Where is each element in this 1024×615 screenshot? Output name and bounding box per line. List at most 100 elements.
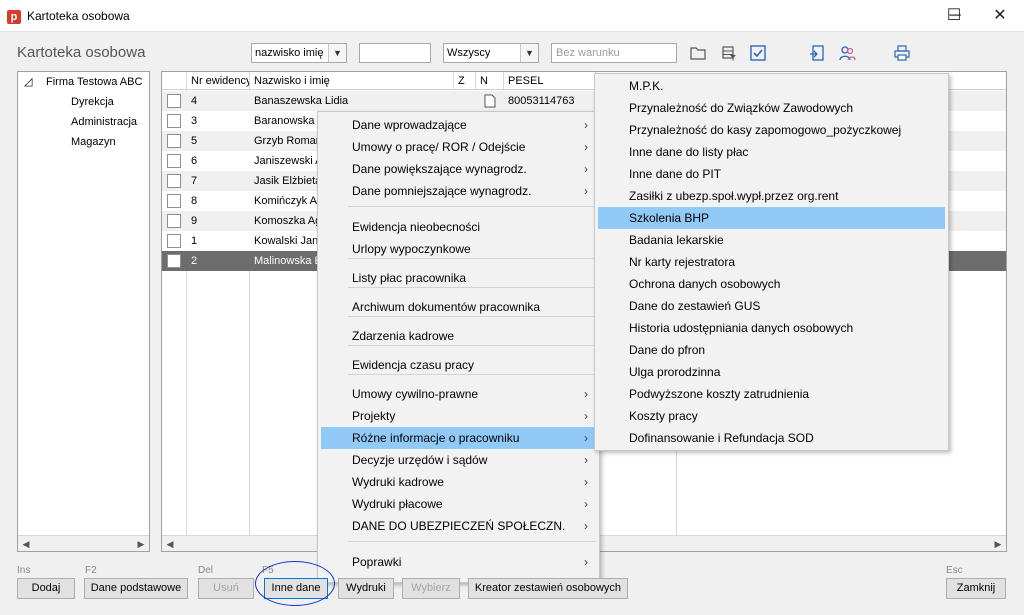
submenu-item[interactable]: Nr karty rejestratora [598, 251, 945, 273]
row-checkbox[interactable] [167, 114, 181, 128]
cell-nr: 9 [191, 215, 198, 227]
add-button[interactable]: Dodaj [17, 578, 75, 599]
menu-separator [348, 316, 596, 317]
menu-item[interactable]: Archiwum dokumentów pracownika [321, 296, 596, 318]
menu-item[interactable]: Poprawki › [321, 551, 596, 573]
menu-item[interactable]: DANE DO UBEZPIECZEŃ SPOŁECZN. › [321, 515, 596, 537]
cell-nr: 8 [191, 195, 198, 207]
submenu-item[interactable]: Inne dane do PIT [598, 163, 945, 185]
sort-combo[interactable]: nazwisko imię ▼ [251, 43, 347, 63]
tree-expand-icon[interactable]: ◿ [24, 75, 32, 88]
submenu-item[interactable]: Badania lekarskie [598, 229, 945, 251]
submenu-rozne-informacje[interactable]: M.P.K. Przynależność do Związków Zawodowy… [594, 73, 949, 451]
submenu-item[interactable]: Ulga prorodzinna [598, 361, 945, 383]
delete-button[interactable]: Usuń [198, 578, 254, 599]
submenu-item[interactable]: Dofinansowanie i Refundacja SOD [598, 427, 945, 449]
menu-item[interactable]: Ewidencja czasu pracy [321, 354, 596, 376]
submenu-item[interactable]: Dane do zestawień GUS [598, 295, 945, 317]
scroll-left-icon[interactable]: ◀ [18, 536, 34, 552]
submenu-item[interactable]: Ochrona danych osobowych [598, 273, 945, 295]
printouts-button[interactable]: Wydruki [338, 578, 394, 599]
row-checkbox[interactable] [167, 234, 181, 248]
users-icon[interactable] [838, 44, 856, 62]
tree-item-administracja[interactable]: Administracja [71, 116, 137, 128]
cell-pesel: 80053114763 [508, 95, 575, 107]
submenu-item[interactable]: Inne dane do listy płac [598, 141, 945, 163]
submenu-item[interactable]: Przynależność do Związków Zawodowych [598, 97, 945, 119]
cell-name: Banaszewska Lidia [254, 95, 349, 107]
check-box-icon[interactable] [749, 44, 767, 62]
row-checkbox[interactable] [167, 194, 181, 208]
menu-item[interactable]: Projekty › [321, 405, 596, 427]
menu-item[interactable]: Dane wprowadzające › [321, 114, 596, 136]
folder-icon[interactable] [689, 44, 707, 62]
menu-item[interactable]: Umowy cywilno-prawne › [321, 383, 596, 405]
menu-item[interactable]: Różne informacje o pracowniku › [321, 427, 596, 449]
row-checkbox[interactable] [167, 214, 181, 228]
scroll-right-icon[interactable]: ▶ [133, 536, 149, 552]
submenu-item[interactable]: Podwyższone koszty zatrudnienia [598, 383, 945, 405]
key-del: Del [198, 565, 214, 576]
menu-item-label: Wydruki płacowe [352, 497, 443, 511]
menu-item[interactable]: Urlopy wypoczynkowe [321, 238, 596, 260]
row-checkbox[interactable] [167, 134, 181, 148]
menu-item-label: Różne informacje o pracowniku [352, 431, 520, 445]
cell-nr: 6 [191, 155, 198, 167]
basic-data-button[interactable]: Dane podstawowe [84, 578, 188, 599]
key-ins: Ins [17, 565, 31, 576]
document-icon[interactable] [480, 91, 500, 111]
submenu-item[interactable]: M.P.K. [598, 75, 945, 97]
printer-icon[interactable] [893, 44, 911, 62]
context-menu[interactable]: Dane wprowadzające › Umowy o pracę/ ROR / … [317, 111, 600, 583]
menu-item[interactable]: Dane powiększające wynagrodz. › [321, 158, 596, 180]
row-checkbox[interactable] [167, 94, 181, 108]
maximize-button[interactable]: ☐ [931, 0, 977, 32]
submenu-item[interactable]: Historia udostępniania danych osobowych [598, 317, 945, 339]
menu-item-label: Poprawki [352, 555, 402, 569]
filter-table-icon[interactable] [720, 44, 738, 62]
menu-item[interactable]: Wydruki płacowe › [321, 493, 596, 515]
column-n[interactable]: N [476, 72, 504, 90]
chevron-down-icon[interactable]: ▼ [520, 44, 538, 62]
column-pesel[interactable]: PESEL [504, 72, 596, 90]
column-name[interactable]: Nazwisko i imię [250, 72, 454, 90]
column-nr[interactable]: Nr ewidencyjny [187, 72, 250, 90]
search-input[interactable] [359, 43, 431, 63]
menu-item[interactable]: Zdarzenia kadrowe [321, 325, 596, 347]
tree-item-magazyn[interactable]: Magazyn [71, 136, 116, 148]
submenu-item[interactable]: Przynależność do kasy zapomogowo_pożyczk… [598, 119, 945, 141]
submenu-item[interactable]: Szkolenia BHP [598, 207, 945, 229]
select-button[interactable]: Wybierz [402, 578, 460, 599]
row-checkbox[interactable] [167, 154, 181, 168]
department-tree[interactable]: ◿ Firma Testowa ABC Dyrekcja Administrac… [17, 71, 150, 552]
report-wizard-button[interactable]: Kreator zestawień osobowych [468, 578, 628, 599]
menu-item[interactable]: Listy płac pracownika [321, 267, 596, 289]
chevron-down-icon[interactable]: ▼ [328, 44, 346, 62]
row-checkbox[interactable] [167, 254, 181, 268]
submenu-item[interactable]: Zasiłki z ubezp.społ.wypł.przez org.rent [598, 185, 945, 207]
menu-item[interactable]: Dane pomniejszające wynagrodz. › [321, 180, 596, 202]
menu-item[interactable]: Ewidencja nieobecności [321, 216, 596, 238]
export-icon[interactable] [809, 44, 827, 62]
close-button[interactable]: ✕ [977, 0, 1023, 32]
scroll-right-icon[interactable]: ▶ [990, 536, 1006, 552]
scroll-left-icon[interactable]: ◀ [162, 536, 178, 552]
menu-item[interactable]: Umowy o pracę/ ROR / Odejście › [321, 136, 596, 158]
tree-horizontal-scrollbar[interactable]: ◀ ▶ [18, 535, 149, 551]
filter-combo[interactable]: Wszyscy ▼ [443, 43, 539, 63]
submenu-item[interactable]: Koszty pracy [598, 405, 945, 427]
tree-item-dyrekcja[interactable]: Dyrekcja [71, 96, 114, 108]
tree-root[interactable]: Firma Testowa ABC [46, 76, 142, 88]
submenu-item[interactable]: Dane do pfron [598, 339, 945, 361]
row-checkbox[interactable] [167, 174, 181, 188]
chevron-right-icon: › [584, 409, 588, 423]
menu-item[interactable]: Decyzje urzędów i sądów › [321, 449, 596, 471]
condition-input[interactable]: Bez warunku [551, 43, 677, 63]
menu-item-label: Zdarzenia kadrowe [352, 329, 455, 343]
chevron-right-icon: › [584, 184, 588, 198]
column-z[interactable]: Z [454, 72, 476, 90]
chevron-right-icon: › [584, 140, 588, 154]
chevron-right-icon: › [584, 475, 588, 489]
menu-item[interactable]: Wydruki kadrowe › [321, 471, 596, 493]
close-dialog-button[interactable]: Zamknij [946, 578, 1006, 599]
